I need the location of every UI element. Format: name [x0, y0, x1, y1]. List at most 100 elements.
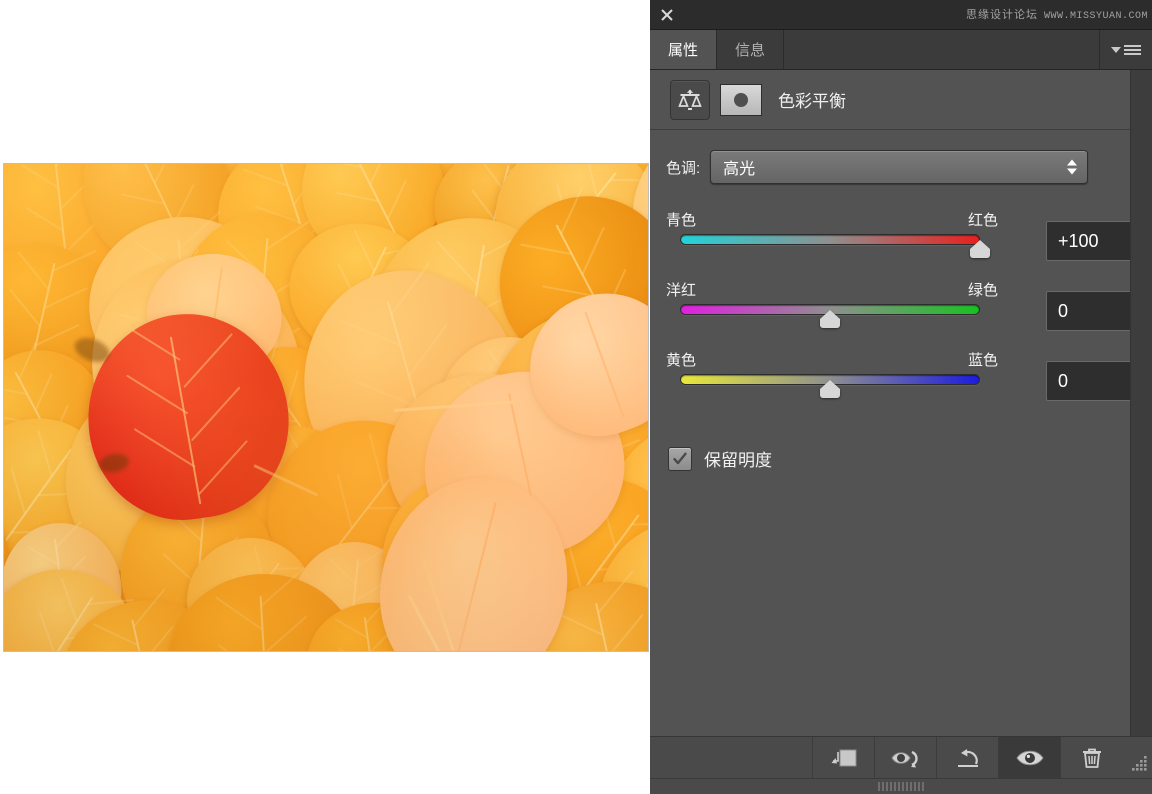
slider-yellow-blue-track-wrap[interactable]: [680, 371, 990, 395]
slider-yellow-blue-thumb[interactable]: [820, 380, 840, 389]
slider-cyan-red: 青色 红色 +100: [666, 209, 1136, 255]
checkmark-icon: [671, 450, 689, 468]
leaf-vein: [358, 382, 418, 408]
slider-cyan-red-value[interactable]: +100: [1046, 221, 1136, 261]
slider-yellow-blue-labels: 黄色 蓝色: [666, 349, 998, 371]
watermark-url: WWW.MISSYUAN.COM: [1044, 11, 1148, 22]
leaf-vein: [584, 312, 624, 418]
chevron-down-icon: [1111, 47, 1121, 53]
leaf-vein: [9, 288, 41, 326]
leaf-vein: [22, 164, 59, 188]
slider-yellow-blue-right-label: 蓝色: [968, 349, 998, 370]
leaf-vein: [217, 645, 265, 651]
tab-info[interactable]: 信息: [717, 30, 784, 69]
resize-grip-icon[interactable]: [1122, 737, 1152, 778]
adjustment-header: 色彩平衡: [650, 70, 1152, 130]
toggle-mask-view-button[interactable]: [874, 737, 936, 778]
preserve-luminosity-checkbox[interactable]: [668, 447, 692, 471]
page-title: 色彩平衡: [778, 87, 846, 112]
leaf-vein: [353, 229, 374, 270]
tone-label: 色调:: [666, 157, 700, 178]
document-image[interactable]: [4, 164, 648, 651]
leaf-vein: [154, 164, 175, 184]
tone-selected-value: 高光: [723, 155, 755, 179]
leaf-vein: [329, 558, 357, 585]
clip-to-layer-button[interactable]: [812, 737, 874, 778]
leaf-vein: [141, 626, 173, 651]
hamburger-icon: [1124, 45, 1141, 55]
slider-cyan-red-thumb[interactable]: [970, 240, 990, 249]
slider-magenta-green-left-label: 洋红: [666, 279, 696, 300]
leaf-vein: [243, 169, 287, 186]
slider-yellow-blue-value[interactable]: 0: [1046, 361, 1136, 401]
leaf-vein: [391, 262, 430, 315]
slider-cyan-red-track-wrap[interactable]: [680, 231, 990, 255]
leaf-vein: [520, 244, 572, 255]
leaf-vein: [65, 222, 97, 253]
leaf-vein: [340, 320, 400, 346]
leaf-vein: [35, 324, 79, 346]
slider-magenta-green-track-wrap[interactable]: [680, 301, 990, 325]
leaf-vein: [183, 333, 232, 388]
close-icon[interactable]: [658, 6, 676, 24]
leaf-vein: [480, 164, 504, 189]
leaf-vein: [582, 227, 605, 275]
leaf-vein: [214, 597, 262, 631]
panel-right-edge: [1130, 70, 1152, 736]
leaf-vein: [191, 387, 240, 442]
panel-menu-icon[interactable]: [1100, 30, 1152, 69]
layer-mask-thumbnail[interactable]: [720, 84, 762, 116]
leaf-vein: [55, 520, 81, 547]
canvas-area: [0, 0, 650, 794]
leaf-vein: [369, 433, 384, 488]
reset-button[interactable]: [936, 737, 998, 778]
slider-magenta-green-labels: 洋红 绿色: [666, 279, 998, 301]
slider-cyan-red-right-label: 红色: [968, 209, 998, 230]
leaf-vein: [585, 164, 598, 197]
leaf-vein: [471, 190, 495, 221]
panel-body: 色调: 高光 青色 红色 +100: [650, 131, 1152, 736]
leaf-vein: [93, 624, 138, 646]
reset-arrow-icon: [954, 746, 982, 770]
tab-properties[interactable]: 属性: [650, 30, 717, 69]
leaf-vein: [198, 440, 247, 495]
leaf-vein: [17, 252, 49, 290]
clip-to-layer-icon: [829, 746, 859, 770]
slider-magenta-green-thumb[interactable]: [820, 310, 840, 319]
leaf-vein: [607, 614, 643, 651]
leaf-vein: [39, 613, 55, 651]
slider-magenta-green-value[interactable]: 0: [1046, 291, 1136, 331]
delete-layer-button[interactable]: [1060, 737, 1122, 778]
slider-cyan-red-track[interactable]: [680, 234, 980, 245]
leaf-vein: [61, 578, 77, 622]
leaf-vein: [265, 220, 309, 249]
eye-icon: [1015, 746, 1045, 770]
tone-row: 色调: 高光: [666, 150, 1088, 184]
panel-bottom-grip[interactable]: [650, 778, 1152, 794]
stepper-arrows-icon: [1067, 160, 1077, 175]
tab-properties-label: 属性: [668, 39, 698, 60]
slider-yellow-blue-left-label: 黄色: [666, 349, 696, 370]
leaf-vein: [452, 501, 495, 651]
leaf-vein: [408, 323, 447, 376]
panel-tabbar: 属性 信息: [650, 30, 1152, 70]
slider-yellow-blue: 黄色 蓝色 0: [666, 349, 1136, 395]
tabbar-filler: [784, 30, 1100, 69]
tone-select[interactable]: 高光: [710, 150, 1088, 184]
color-balance-icon[interactable]: [670, 80, 710, 120]
preserve-luminosity-label: 保留明度: [704, 446, 772, 471]
leaf-vein: [319, 164, 361, 168]
leaf-vein: [37, 430, 52, 476]
footer-spacer: [650, 737, 812, 778]
eye-arrow-icon: [890, 746, 922, 770]
leaf-vein: [370, 164, 389, 185]
preserve-luminosity-row[interactable]: 保留明度: [668, 446, 772, 471]
slider-magenta-green: 洋红 绿色 0: [666, 279, 1136, 325]
leaf-vein: [263, 616, 307, 651]
slider-cyan-red-labels: 青色 红色: [666, 209, 998, 231]
grip-lines-icon: [878, 782, 924, 791]
leaf-vein: [10, 468, 25, 514]
leaf-vein: [542, 285, 594, 296]
watermark: 思缘设计论坛WWW.MISSYUAN.COM: [966, 6, 1148, 22]
toggle-layer-visibility-button[interactable]: [998, 737, 1060, 778]
